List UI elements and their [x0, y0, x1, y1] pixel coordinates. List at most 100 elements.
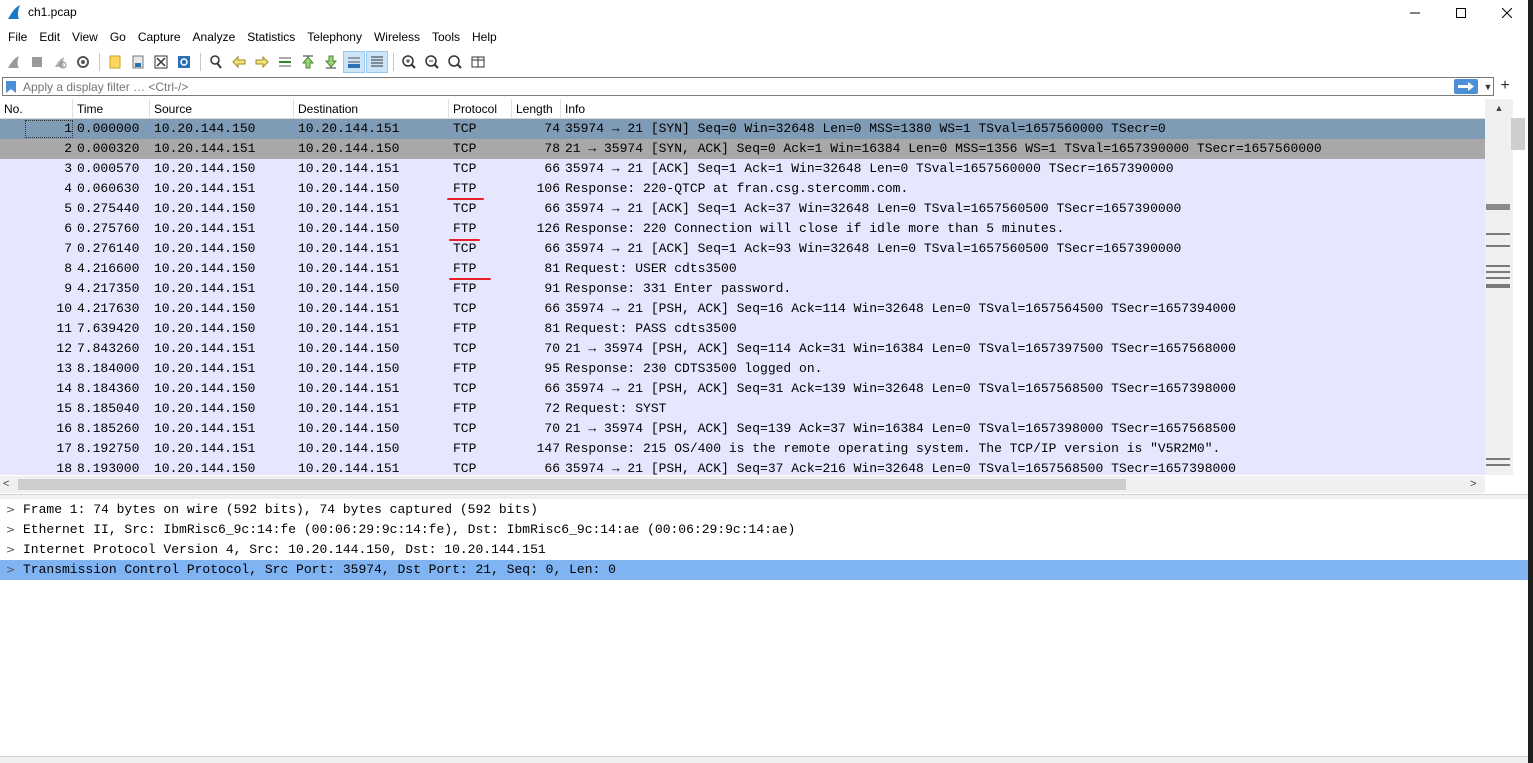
- packet-cell-protocol: TCP: [453, 461, 477, 475]
- menu-tools[interactable]: Tools: [426, 28, 466, 48]
- first-packet-button[interactable]: [297, 51, 319, 73]
- expand-arrow-icon[interactable]: >: [6, 560, 15, 580]
- packet-row[interactable]: 17 8.192750 10.20.144.151 10.20.144.150 FTP 1…: [0, 439, 1485, 459]
- packet-row[interactable]: 9 4.217350 10.20.144.151 10.20.144.150 FTP 91…: [0, 279, 1485, 299]
- packet-row[interactable]: 5 0.275440 10.20.144.150 10.20.144.151 TCP 66…: [0, 199, 1485, 219]
- column-header-destination[interactable]: Destination: [294, 99, 449, 119]
- packet-row[interactable]: 8 4.216600 10.20.144.150 10.20.144.151 FTP 81…: [0, 259, 1485, 279]
- packet-cell-destination: 10.20.144.150: [298, 221, 400, 236]
- packet-row[interactable]: 6 0.275760 10.20.144.151 10.20.144.150 FTP 12…: [0, 219, 1485, 239]
- capture-options-button[interactable]: [72, 51, 94, 73]
- column-header-protocol[interactable]: Protocol: [449, 99, 512, 119]
- menu-statistics[interactable]: Statistics: [241, 28, 301, 48]
- packet-row[interactable]: 3 0.000570 10.20.144.150 10.20.144.151 TCP 66…: [0, 159, 1485, 179]
- stop-capture-button[interactable]: [26, 51, 48, 73]
- packet-row[interactable]: 7 0.276140 10.20.144.150 10.20.144.151 TCP 66…: [0, 239, 1485, 259]
- close-file-button[interactable]: [150, 51, 172, 73]
- colorize-button[interactable]: [366, 51, 388, 73]
- display-filter-input[interactable]: [23, 79, 1443, 94]
- packet-cell-destination: 10.20.144.151: [298, 381, 400, 396]
- detail-row-ipv4[interactable]: > Internet Protocol Version 4, Src: 10.2…: [0, 540, 1528, 560]
- packet-list-hscrollbar[interactable]: < >: [0, 476, 1485, 493]
- pane-splitter[interactable]: [0, 494, 1533, 499]
- last-packet-button[interactable]: [320, 51, 342, 73]
- zoom-out-button[interactable]: [421, 51, 443, 73]
- open-file-button[interactable]: [104, 51, 126, 73]
- packet-cell-no: 17: [56, 441, 72, 456]
- menu-go[interactable]: Go: [104, 28, 132, 48]
- gear-icon: [77, 56, 89, 68]
- column-header-info[interactable]: Info: [561, 99, 1485, 119]
- column-header-source[interactable]: Source: [150, 99, 294, 119]
- packet-row[interactable]: 12 7.843260 10.20.144.151 10.20.144.150 TCP 7…: [0, 339, 1485, 359]
- bookmark-icon[interactable]: [5, 80, 17, 94]
- packet-row[interactable]: 2 0.000320 10.20.144.151 10.20.144.150 TCP 78…: [0, 139, 1485, 159]
- expand-arrow-icon[interactable]: >: [6, 540, 15, 560]
- menu-file[interactable]: File: [2, 28, 33, 48]
- add-filter-button[interactable]: +: [1498, 77, 1512, 96]
- minimize-button[interactable]: [1392, 0, 1438, 26]
- column-header-no[interactable]: No.: [0, 99, 73, 119]
- scroll-right-icon[interactable]: >: [1470, 476, 1476, 493]
- detail-row-frame[interactable]: > Frame 1: 74 bytes on wire (592 bits), …: [0, 500, 1528, 520]
- packet-row[interactable]: 1 0.000000 10.20.144.150 10.20.144.151 TCP 74…: [0, 119, 1485, 139]
- filter-history-dropdown[interactable]: ▼: [1481, 78, 1495, 95]
- menu-edit[interactable]: Edit: [33, 28, 66, 48]
- packet-cell-time: 7.843260: [77, 341, 140, 356]
- resize-columns-button[interactable]: [467, 51, 489, 73]
- start-capture-button[interactable]: [3, 51, 25, 73]
- packet-cell-no: 13: [56, 361, 72, 376]
- packet-row[interactable]: 4 0.060630 10.20.144.151 10.20.144.150 FTP 10…: [0, 179, 1485, 199]
- packet-row[interactable]: 11 7.639420 10.20.144.150 10.20.144.151 FTP 8…: [0, 319, 1485, 339]
- scrollbar-thumb[interactable]: [1511, 118, 1525, 150]
- packet-cell-length: 66: [544, 301, 560, 316]
- packet-cell-length: 147: [536, 441, 560, 456]
- hscrollbar-thumb[interactable]: [18, 479, 1126, 490]
- toolbar-separator: [200, 53, 201, 71]
- expand-arrow-icon[interactable]: >: [6, 500, 15, 520]
- reload-file-button[interactable]: [173, 51, 195, 73]
- save-file-button[interactable]: [127, 51, 149, 73]
- detail-row-ethernet[interactable]: > Ethernet II, Src: IbmRisc6_9c:14:fe (0…: [0, 520, 1528, 540]
- packet-row[interactable]: 13 8.184000 10.20.144.151 10.20.144.150 FTP 9…: [0, 359, 1485, 379]
- packet-cell-protocol: FTP: [453, 221, 477, 236]
- detail-row-tcp[interactable]: > Transmission Control Protocol, Src Por…: [0, 560, 1528, 580]
- apply-filter-button[interactable]: [1454, 79, 1478, 94]
- scroll-up-button[interactable]: ▲: [1485, 100, 1513, 116]
- go-to-packet-button[interactable]: [274, 51, 296, 73]
- scroll-left-icon[interactable]: <: [3, 476, 9, 493]
- column-header-length[interactable]: Length: [512, 99, 561, 119]
- menu-wireless[interactable]: Wireless: [368, 28, 426, 48]
- menu-capture[interactable]: Capture: [132, 28, 187, 48]
- packet-cell-no: 16: [56, 421, 72, 436]
- packet-cell-protocol: FTP: [453, 321, 477, 336]
- maximize-button[interactable]: [1438, 0, 1484, 26]
- close-button[interactable]: [1484, 0, 1530, 26]
- packet-row[interactable]: 10 4.217630 10.20.144.150 10.20.144.151 TCP 6…: [0, 299, 1485, 319]
- menu-telephony[interactable]: Telephony: [301, 28, 368, 48]
- packet-row[interactable]: 15 8.185040 10.20.144.150 10.20.144.151 FTP 7…: [0, 399, 1485, 419]
- expand-arrow-icon[interactable]: >: [6, 520, 15, 540]
- menu-help[interactable]: Help: [466, 28, 503, 48]
- find-packet-button[interactable]: [205, 51, 227, 73]
- packet-cell-destination: 10.20.144.151: [298, 161, 400, 176]
- zoom-in-button[interactable]: [398, 51, 420, 73]
- go-back-button[interactable]: [228, 51, 250, 73]
- colorize-list-icon: [371, 56, 383, 67]
- column-header-time[interactable]: Time: [73, 99, 150, 119]
- menu-view[interactable]: View: [66, 28, 104, 48]
- go-forward-button[interactable]: [251, 51, 273, 73]
- autoscroll-button[interactable]: [343, 51, 365, 73]
- packet-cell-time: 8.185260: [77, 421, 140, 436]
- packet-row[interactable]: 14 8.184360 10.20.144.150 10.20.144.151 TCP 6…: [0, 379, 1485, 399]
- close-icon: [1502, 8, 1512, 18]
- restart-capture-button[interactable]: [49, 51, 71, 73]
- packet-cell-no: 4: [64, 181, 72, 196]
- menu-analyze[interactable]: Analyze: [187, 28, 242, 48]
- packet-cell-destination: 10.20.144.151: [298, 401, 400, 416]
- detail-text: Internet Protocol Version 4, Src: 10.20.…: [23, 542, 546, 557]
- packet-row[interactable]: 18 8.193000 10.20.144.150 10.20.144.151 TCP 6…: [0, 459, 1485, 475]
- normal-size-button[interactable]: [444, 51, 466, 73]
- packet-row[interactable]: 16 8.185260 10.20.144.151 10.20.144.150 TCP 7…: [0, 419, 1485, 439]
- packet-cell-time: 8.184000: [77, 361, 140, 376]
